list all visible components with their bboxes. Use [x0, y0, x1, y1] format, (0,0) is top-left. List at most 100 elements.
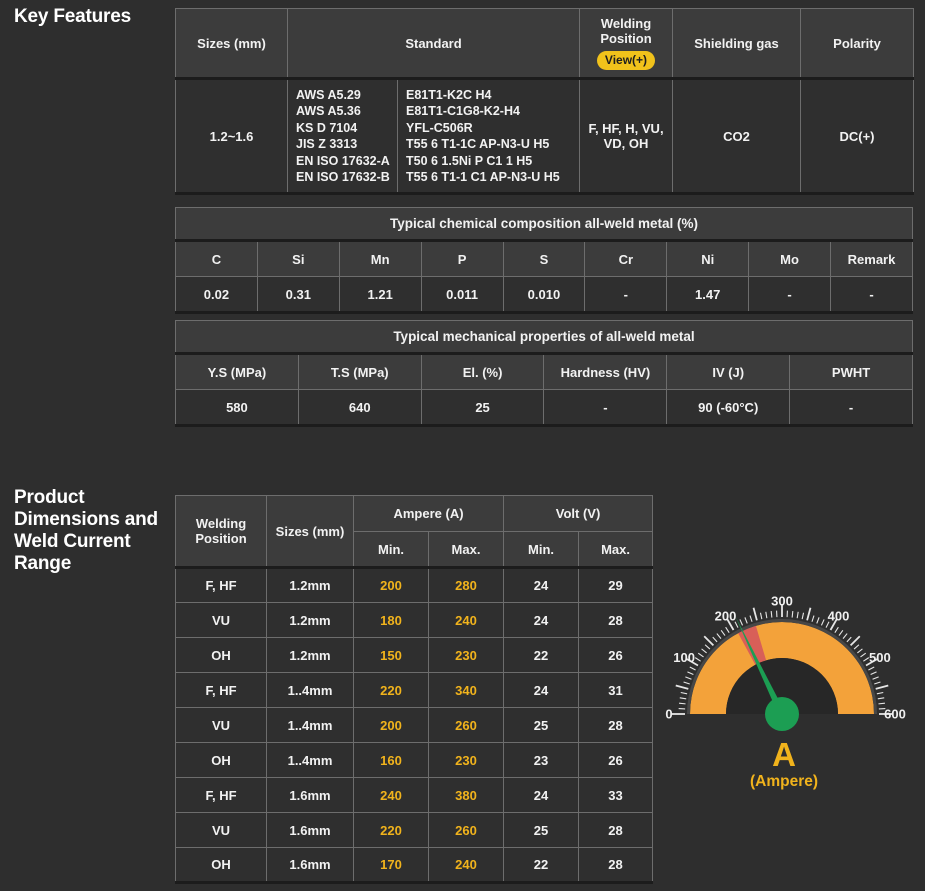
spec-sizes-value: 1.2~1.6	[176, 79, 288, 194]
gauge-tick	[854, 645, 859, 649]
ampere-min-cell: 200	[354, 708, 429, 743]
gauge-tick	[868, 667, 874, 670]
welding-position-cell: OH	[176, 848, 267, 883]
gauge-tick	[676, 686, 689, 689]
ampere-max-cell: 240	[429, 848, 504, 883]
current-range-row: F, HF1.2mm2002802429	[176, 568, 653, 603]
ampere-max-cell: 240	[429, 603, 504, 638]
product-dimensions-heading: Product Dimensions and Weld Current Rang…	[14, 487, 174, 574]
welding-position-cell: VU	[176, 813, 267, 848]
volt-max-cell: 26	[579, 638, 653, 673]
spec-header-welding-position: Welding Position View(+)	[580, 9, 673, 79]
gauge-tick	[679, 703, 685, 704]
ampere-min-cell: 150	[354, 638, 429, 673]
gauge-tick	[821, 619, 824, 625]
gauge-tick	[802, 613, 803, 619]
gauge-tick	[680, 698, 686, 699]
welding-position-cell: OH	[176, 638, 267, 673]
gauge-tick-label: 500	[869, 650, 891, 665]
chem-header-cell: Cr	[585, 241, 667, 277]
current-header-volt-min: Min.	[504, 532, 579, 568]
volt-max-cell: 28	[579, 813, 653, 848]
current-range-row: VU1.6mm2202602528	[176, 813, 653, 848]
chem-value-cell: 0.02	[176, 277, 258, 313]
gauge-tick	[839, 630, 843, 635]
gauge-tick	[685, 677, 691, 679]
volt-max-cell: 28	[579, 708, 653, 743]
mech-value-cell: -	[790, 390, 913, 426]
gauge-tick	[754, 608, 757, 621]
gauge-tick	[745, 617, 747, 623]
chem-header-cell: C	[176, 241, 258, 277]
current-range-row: F, HF1..4mm2203402431	[176, 673, 653, 708]
spec-header-shielding-gas: Shielding gas	[673, 9, 801, 79]
volt-max-cell: 28	[579, 603, 653, 638]
gauge-tick	[878, 698, 884, 699]
ampere-max-cell: 380	[429, 778, 504, 813]
volt-min-cell: 25	[504, 813, 579, 848]
view-plus-button[interactable]: View(+)	[597, 51, 655, 70]
ampere-min-cell: 160	[354, 743, 429, 778]
mech-header-cell: PWHT	[790, 354, 913, 390]
gauge-tick	[835, 627, 839, 632]
current-header-volt-max: Max.	[579, 532, 653, 568]
gauge-tick-label: 600	[884, 707, 906, 722]
size-cell: 1.2mm	[267, 603, 354, 638]
gauge-tick	[843, 634, 847, 639]
gauge-tick	[863, 658, 868, 662]
chem-header-cell: Mo	[749, 241, 831, 277]
current-range-row: F, HF1.6mm2403802433	[176, 778, 653, 813]
mechanical-table-title: Typical mechanical properties of all-wel…	[176, 321, 913, 354]
gauge-tick	[684, 682, 690, 684]
gauge-tick-label: 100	[673, 650, 695, 665]
gauge-tick-label: 300	[771, 594, 793, 609]
volt-max-cell: 33	[579, 778, 653, 813]
key-features-heading: Key Features	[14, 6, 131, 28]
size-cell: 1..4mm	[267, 673, 354, 708]
volt-min-cell: 24	[504, 568, 579, 603]
size-cell: 1.2mm	[267, 638, 354, 673]
gauge-unit-caption: (Ampere)	[653, 773, 915, 791]
ampere-max-cell: 260	[429, 813, 504, 848]
spec-header-standard: Standard	[288, 9, 580, 79]
spec-table: Sizes (mm) Standard Welding Position Vie…	[175, 8, 914, 195]
gauge-tick	[704, 636, 713, 645]
gauge-tick	[817, 617, 819, 623]
gauge-tick	[687, 672, 693, 675]
volt-min-cell: 24	[504, 778, 579, 813]
ampere-min-cell: 180	[354, 603, 429, 638]
chem-value-cell: 0.010	[503, 277, 585, 313]
gauge-tick	[705, 645, 710, 649]
chem-value-cell: 0.011	[421, 277, 503, 313]
current-header-amp-max: Max.	[429, 532, 504, 568]
welding-position-cell: OH	[176, 743, 267, 778]
current-range-row: OH1.2mm1502302226	[176, 638, 653, 673]
chemical-composition-table: Typical chemical composition all-weld me…	[175, 207, 913, 314]
current-range-row: VU1..4mm2002602528	[176, 708, 653, 743]
gauge-tick	[857, 649, 862, 653]
gauge-tick	[860, 653, 865, 657]
chem-header-cell: Mn	[339, 241, 421, 277]
ampere-min-cell: 220	[354, 673, 429, 708]
ampere-max-cell: 230	[429, 638, 504, 673]
mech-header-cell: IV (J)	[667, 354, 790, 390]
mechanical-properties-table: Typical mechanical properties of all-wel…	[175, 320, 913, 427]
current-header-volt: Volt (V)	[504, 496, 653, 532]
mech-header-cell: Y.S (MPa)	[176, 354, 299, 390]
size-cell: 1.6mm	[267, 848, 354, 883]
gauge-hub	[765, 697, 799, 731]
volt-min-cell: 25	[504, 708, 579, 743]
spec-polarity-value: DC(+)	[801, 79, 914, 194]
size-cell: 1..4mm	[267, 743, 354, 778]
chem-value-cell: -	[585, 277, 667, 313]
gauge-tick	[695, 658, 700, 662]
spec-standard-col2: E81T1-K2C H4 E81T1-C1G8-K2-H4 YFL-C506R …	[398, 79, 580, 194]
volt-max-cell: 29	[579, 568, 653, 603]
size-cell: 1.6mm	[267, 813, 354, 848]
gauge-tick	[812, 616, 814, 622]
welding-position-cell: F, HF	[176, 778, 267, 813]
current-header-sizes: Sizes (mm)	[267, 496, 354, 568]
gauge-tick	[726, 627, 730, 632]
volt-max-cell: 31	[579, 673, 653, 708]
volt-min-cell: 22	[504, 638, 579, 673]
